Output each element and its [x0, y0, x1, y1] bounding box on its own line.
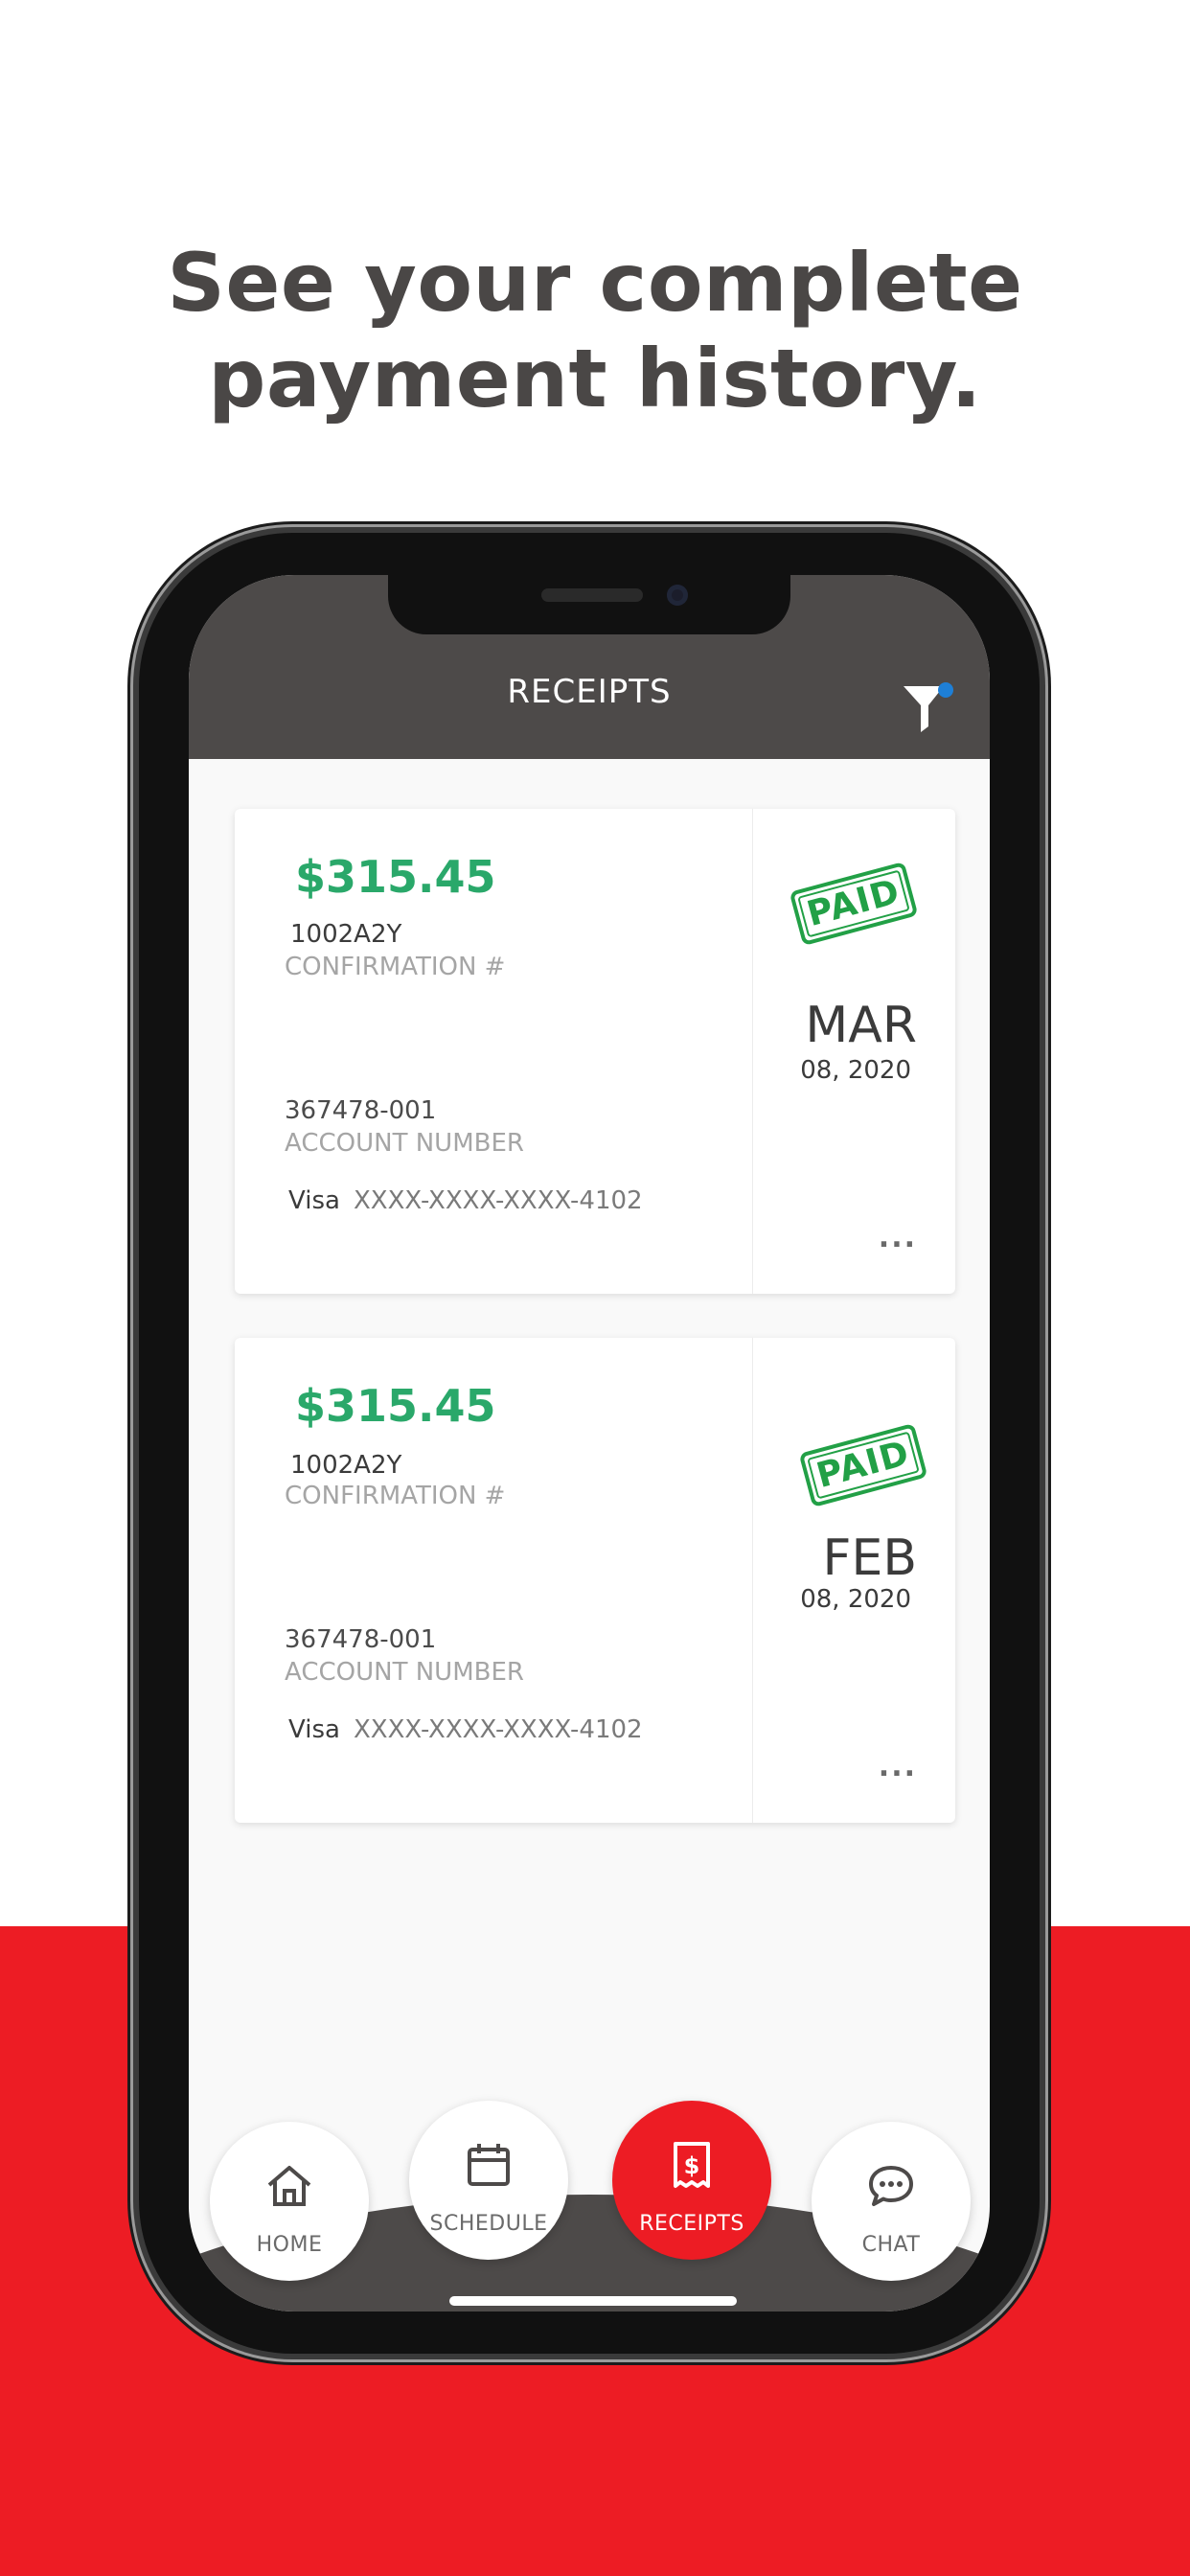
receipt-card[interactable]: $315.45 1002A2Y CONFIRMATION # 367478-00…: [235, 1338, 955, 1823]
filter-badge: [938, 682, 953, 698]
headline-line-2: payment history.: [208, 332, 982, 426]
payment-day-year: 08, 2020: [800, 1585, 911, 1614]
card-number: XXXX-XXXX-XXXX-4102: [354, 1186, 643, 1215]
home-icon: [267, 2166, 311, 2206]
nav-home-button[interactable]: HOME: [210, 2122, 369, 2281]
confirmation-number: 1002A2Y: [290, 920, 402, 949]
card-brand: Visa: [288, 1715, 340, 1744]
paid-stamp: PAID: [798, 1422, 928, 1508]
card-divider: [752, 1338, 753, 1823]
phone-screen: RECEIPTS $315.45 1002A2Y CONFIRMATION # …: [189, 575, 990, 2312]
payment-day-year: 08, 2020: [800, 1056, 911, 1085]
payment-month: FEB: [822, 1530, 917, 1587]
more-options-icon[interactable]: ...: [879, 1221, 917, 1254]
confirmation-number: 1002A2Y: [290, 1451, 402, 1480]
paid-stamp: PAID: [789, 861, 919, 947]
svg-text:$: $: [684, 2152, 700, 2179]
card-number: XXXX-XXXX-XXXX-4102: [354, 1715, 643, 1744]
promo-headline: See your complete payment history.: [0, 235, 1190, 426]
home-indicator[interactable]: [449, 2296, 737, 2306]
nav-chat-label: CHAT: [861, 2233, 921, 2257]
nav-schedule-label: SCHEDULE: [429, 2212, 548, 2236]
speaker-grille: [541, 588, 643, 602]
card-divider: [752, 809, 753, 1294]
nav-receipts-button[interactable]: $ RECEIPTS: [612, 2101, 771, 2260]
phone-notch: [388, 575, 790, 634]
receipt-amount: $315.45: [295, 851, 496, 903]
nav-home-label: HOME: [256, 2233, 323, 2257]
page-title: RECEIPTS: [507, 673, 672, 711]
account-number: 367478-001: [285, 1625, 437, 1654]
account-number: 367478-001: [285, 1096, 437, 1125]
receipt-card[interactable]: $315.45 1002A2Y CONFIRMATION # 367478-00…: [235, 809, 955, 1294]
calendar-icon: [468, 2144, 510, 2186]
app-header: RECEIPTS: [189, 575, 990, 759]
chat-icon: [869, 2166, 913, 2206]
nav-schedule-button[interactable]: SCHEDULE: [409, 2101, 568, 2260]
account-number-label: ACCOUNT NUMBER: [285, 1129, 524, 1158]
account-number-label: ACCOUNT NUMBER: [285, 1658, 524, 1687]
nav-chat-button[interactable]: CHAT: [812, 2122, 971, 2281]
receipt-amount: $315.45: [295, 1380, 496, 1432]
payment-month: MAR: [805, 997, 917, 1054]
nav-receipts-label: RECEIPTS: [639, 2212, 744, 2236]
card-brand: Visa: [288, 1186, 340, 1215]
confirmation-label: CONFIRMATION #: [285, 1482, 506, 1510]
front-camera: [667, 585, 688, 606]
more-options-icon[interactable]: ...: [879, 1750, 917, 1783]
receipt-icon: $: [674, 2142, 710, 2188]
headline-line-1: See your complete: [167, 236, 1023, 330]
confirmation-label: CONFIRMATION #: [285, 953, 506, 981]
